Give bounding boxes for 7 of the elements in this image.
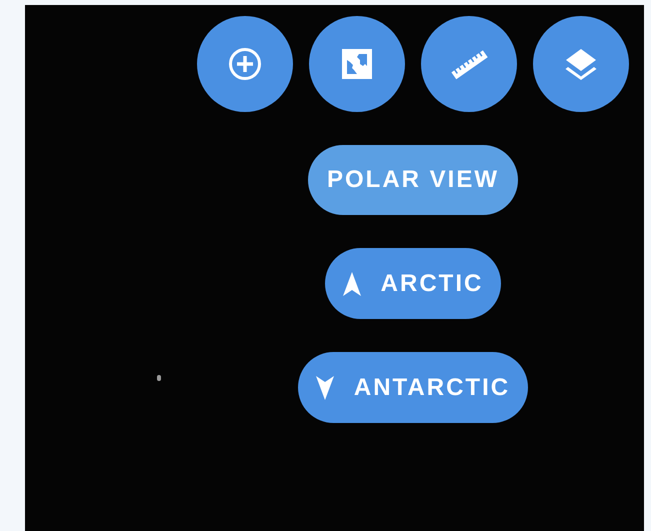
add-circle-icon — [228, 47, 262, 81]
polar-view-button[interactable]: POLAR VIEW — [308, 145, 518, 215]
north-arrow-icon — [342, 272, 361, 296]
map-icon — [339, 46, 375, 82]
pole-button[interactable]: ANTARCTIC — [298, 352, 528, 423]
south-arrow-icon — [316, 376, 334, 400]
pole-button[interactable]: ARCTIC — [324, 248, 502, 319]
